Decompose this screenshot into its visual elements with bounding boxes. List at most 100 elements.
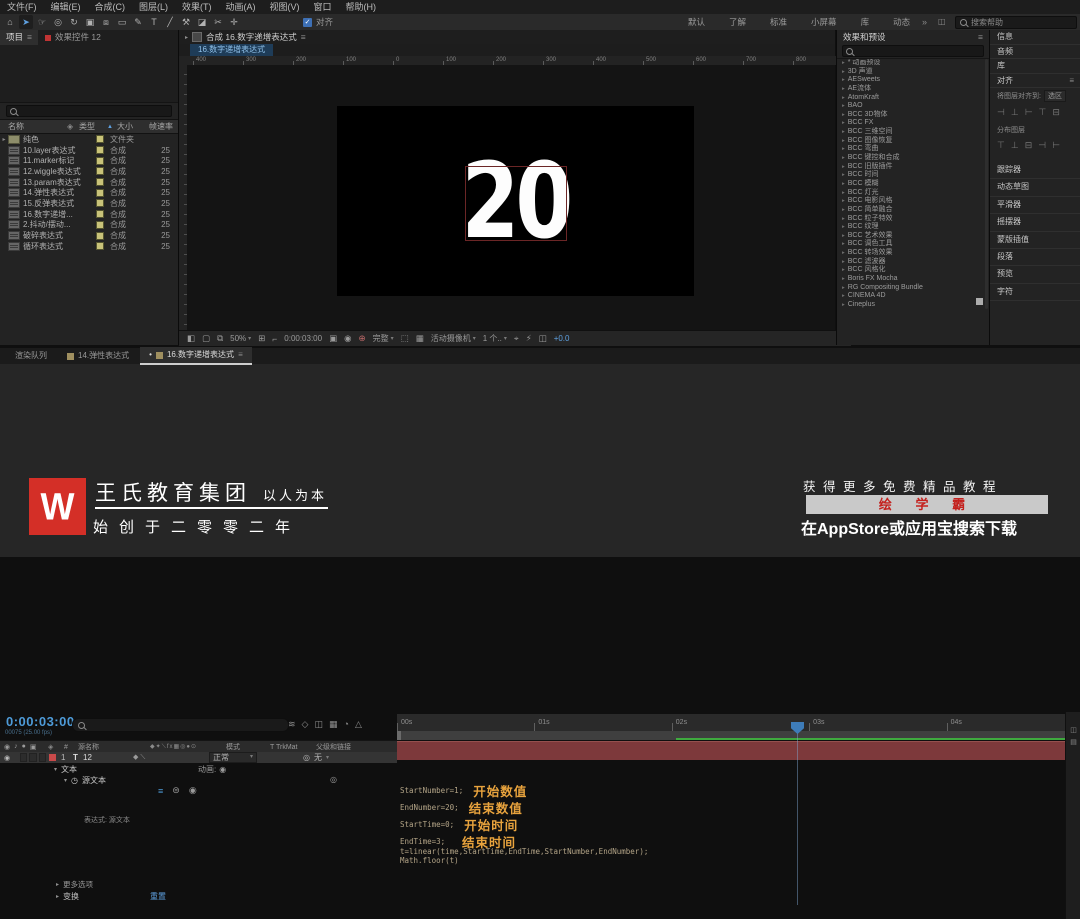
tool-button[interactable]: T [147, 15, 161, 29]
expander-icon[interactable]: ▸ [842, 240, 845, 249]
more-options-property[interactable]: ▸ 更多选项 [56, 879, 93, 890]
label-color-chip[interactable] [96, 135, 104, 143]
expander-icon[interactable]: ▸ [842, 128, 845, 137]
transparency-grid-icon[interactable]: ▦ [416, 333, 424, 344]
viewer-timecode[interactable]: 0:00:03:00 [284, 334, 322, 343]
panel-menu-icon[interactable]: ≡ [238, 347, 243, 363]
tool-button[interactable]: ▭ [115, 15, 129, 29]
frame-blending-icon[interactable]: ▦ [329, 719, 338, 730]
navigator-handle-icon[interactable]: ▤ [1070, 738, 1077, 746]
hide-shy-layers-icon[interactable]: ◫ [314, 719, 323, 730]
distribute-vcenter-button[interactable]: ⊥ [1011, 140, 1019, 151]
expression-graph-icon[interactable]: ⊜ [172, 785, 180, 796]
twirl-right-icon[interactable]: ▸ [56, 881, 59, 888]
grid-guides-icon[interactable]: ⊞ [258, 333, 265, 344]
tool-button[interactable]: ➤ [19, 15, 33, 29]
project-row[interactable]: 10.layer表达式 合成 25 [0, 145, 178, 156]
expander-icon[interactable]: ▸ [842, 206, 845, 215]
project-row[interactable]: 15.反弹表达式 合成 25 [0, 198, 178, 209]
effects-panel-title[interactable]: 效果和预设 [843, 31, 886, 43]
expander-icon[interactable]: ▸ [842, 171, 845, 180]
expander-icon[interactable]: ▸ [842, 119, 845, 128]
label-color-chip[interactable] [96, 178, 104, 186]
effects-category[interactable]: ▸ BCC 纹理 [837, 223, 989, 232]
distribute-left-button[interactable]: ⊣ [1038, 140, 1046, 151]
align-to-select[interactable]: 选区 [1044, 90, 1066, 102]
monitor-icon[interactable]: ▢ [202, 333, 210, 344]
panels-icon[interactable]: ⧉ [217, 333, 223, 344]
layer-duration-bar[interactable] [397, 741, 1065, 760]
panel-toggle-icon[interactable]: ◫ [938, 17, 946, 26]
effects-category[interactable]: ▸ BCC 调色工具 [837, 240, 989, 249]
panel-menu-icon[interactable]: ≡ [27, 30, 32, 45]
align-hcenter-button[interactable]: ⊥ [1011, 107, 1019, 118]
menu-item[interactable]: 文件(F) [0, 0, 44, 14]
label-column-icon[interactable]: ◈ [48, 743, 64, 751]
tab-project[interactable]: 项目 ≡ [0, 30, 38, 45]
project-row[interactable]: 13.param表达式 合成 25 [0, 177, 178, 188]
parent-select[interactable]: ◎ 无 ▾ [303, 752, 383, 763]
twirl-down-icon[interactable]: ▾ [64, 777, 67, 784]
label-color-chip[interactable] [96, 146, 104, 154]
workspace-tab[interactable]: 标准 [758, 14, 799, 30]
project-row[interactable]: 14.弹性表达式 合成 25 [0, 187, 178, 198]
effects-category[interactable]: ▸ BCC 灯光 [837, 189, 989, 198]
panel-menu-icon[interactable]: ≡ [1069, 74, 1074, 88]
viewer-tab[interactable]: 16.数字递增表达式 [190, 44, 273, 56]
label-color-chip[interactable] [96, 167, 104, 175]
distribute-top-button[interactable]: ⊤ [997, 140, 1005, 151]
panel-header[interactable]: 动态草图 [990, 179, 1080, 196]
expander-icon[interactable]: ▸ [842, 215, 845, 224]
workspace-tab[interactable]: 库 [849, 14, 882, 30]
expander-icon[interactable]: ▸ [842, 180, 845, 189]
expander-icon[interactable]: ▸ [842, 76, 845, 85]
column-size[interactable]: 大小 [117, 121, 141, 132]
expander-icon[interactable]: ▸ [842, 284, 845, 293]
expander-icon[interactable]: ▸ [842, 189, 845, 198]
effects-category[interactable]: ▸ BCC 模糊 [837, 180, 989, 189]
audio-icon[interactable]: ♪ [14, 743, 18, 751]
workspace-tab[interactable]: 了解 [717, 14, 758, 30]
menu-item[interactable]: 效果(T) [175, 0, 219, 14]
camera-view-select[interactable]: 活动摄像机▾ [431, 333, 476, 344]
label-color-chip[interactable] [96, 157, 104, 165]
effects-category[interactable]: ▸ Boris FX Mocha [837, 275, 989, 284]
stopwatch-icon[interactable]: ◷ [71, 776, 78, 785]
tab-effect-controls[interactable]: 效果控件 12 [38, 30, 108, 45]
expander-icon[interactable]: ▸ [842, 223, 845, 232]
panel-header[interactable]: 预览 [990, 266, 1080, 283]
menu-item[interactable]: 帮助(H) [339, 0, 384, 14]
effects-category[interactable]: ▸ BAO [837, 102, 989, 111]
effects-category[interactable]: ▸ BCC 转场效果 [837, 249, 989, 258]
resize-grip[interactable] [976, 298, 983, 305]
panel-header[interactable]: 段落 [990, 249, 1080, 266]
trkmat-column[interactable]: T TrkMat [270, 744, 316, 751]
label-color-chip[interactable] [96, 232, 104, 240]
blend-mode-select[interactable]: 正常▾ [209, 752, 257, 763]
layer-color-chip[interactable] [49, 754, 56, 761]
twirl-right-icon[interactable]: ▸ [56, 893, 59, 900]
menu-item[interactable]: 编辑(E) [44, 0, 88, 14]
scrollbar[interactable] [985, 59, 988, 309]
expander-icon[interactable]: ▸ [842, 59, 845, 68]
solo-icon[interactable]: ● [22, 743, 26, 751]
zoom-handle-icon[interactable]: ◫ [1070, 726, 1077, 734]
expression-editor[interactable]: StartNumber=1; 开始数值 EndNumber=20; 结束数值 S… [400, 782, 527, 850]
effects-category[interactable]: ▸ CINEMA 4D [837, 292, 989, 301]
expander-icon[interactable]: ▸ [842, 266, 845, 275]
align-right-button[interactable]: ⊢ [1025, 107, 1033, 118]
current-time-display[interactable]: 0:00:03:00 [6, 714, 75, 729]
effects-category[interactable]: ▸ BCC 键控和合成 [837, 154, 989, 163]
label-color-chip[interactable] [96, 210, 104, 218]
tool-button[interactable]: ╱ [163, 15, 177, 29]
twirl-down-icon[interactable]: ▾ [54, 766, 57, 773]
tool-button[interactable]: ◎ [51, 15, 65, 29]
timeline-search-input[interactable] [72, 718, 289, 732]
effects-category[interactable]: ▸ BCC 弯曲 [837, 145, 989, 154]
project-search-input[interactable] [6, 105, 172, 117]
magnification-select[interactable]: 50%▾ [230, 334, 251, 343]
expander-icon[interactable]: ▸ [842, 232, 845, 241]
menu-item[interactable]: 图层(L) [132, 0, 175, 14]
expander-icon[interactable]: ▸ [842, 292, 845, 301]
effects-category[interactable]: ▸ 3D 声道 [837, 68, 989, 77]
